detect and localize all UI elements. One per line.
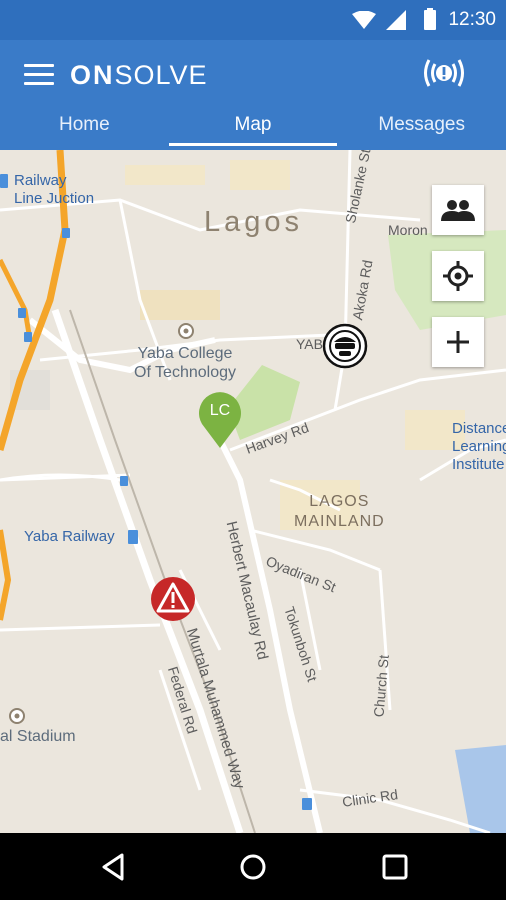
map-base	[0, 150, 506, 833]
threat-marker[interactable]	[322, 323, 368, 369]
label-yaba-railway: Yaba Railway	[24, 528, 115, 545]
map-view[interactable]: Railway Line Juction Lagos Moron YAB Yab…	[0, 150, 506, 833]
back-icon[interactable]	[98, 851, 130, 883]
clock: 12:30	[448, 9, 496, 30]
wifi-icon	[352, 11, 376, 29]
tab-home[interactable]: Home	[0, 110, 169, 150]
add-icon	[447, 331, 469, 353]
label-railway-junction: Railway Line Juction	[14, 172, 95, 207]
label-yaba-college: Yaba College Of Technology	[134, 345, 236, 381]
home-icon[interactable]	[237, 851, 269, 883]
signal-icon	[386, 10, 406, 30]
tab-map[interactable]: Map	[168, 110, 338, 150]
map-pin-icon	[199, 392, 241, 448]
tab-messages[interactable]: Messages	[337, 110, 506, 150]
locate-icon	[443, 261, 473, 291]
people-icon	[441, 200, 475, 221]
logo-bold: ON	[70, 60, 115, 90]
system-nav-bar	[0, 833, 506, 900]
warning-icon	[151, 577, 195, 621]
people-button[interactable]	[432, 185, 484, 235]
locate-button[interactable]	[432, 251, 484, 301]
add-button[interactable]	[432, 317, 484, 367]
menu-icon[interactable]	[24, 64, 54, 86]
label-yaba-short: YAB	[296, 336, 323, 352]
recents-icon[interactable]	[379, 851, 411, 883]
alert-broadcast-icon[interactable]	[422, 56, 466, 90]
app-logo: ONSOLVE	[70, 60, 208, 91]
location-marker-lc[interactable]: LC	[197, 390, 243, 450]
label-lagos: Lagos	[204, 206, 304, 238]
label-moron: Moron	[388, 222, 428, 238]
alert-marker[interactable]	[150, 576, 196, 622]
marker-lc-label: LC	[209, 402, 231, 419]
tab-bar: Home Map Messages	[0, 110, 506, 150]
status-bar: 12:30	[0, 0, 506, 40]
label-lagos-mainland: LAGOS MAINLAND	[294, 493, 385, 530]
logo-light: SOLVE	[114, 60, 208, 90]
label-stadium: al Stadium	[0, 728, 76, 745]
spy-icon	[322, 323, 368, 369]
app-bar: ONSOLVE Home Map Messages	[0, 40, 506, 150]
battery-icon	[424, 8, 436, 30]
label-distance-learning: Distance Learning Institute	[452, 420, 506, 473]
